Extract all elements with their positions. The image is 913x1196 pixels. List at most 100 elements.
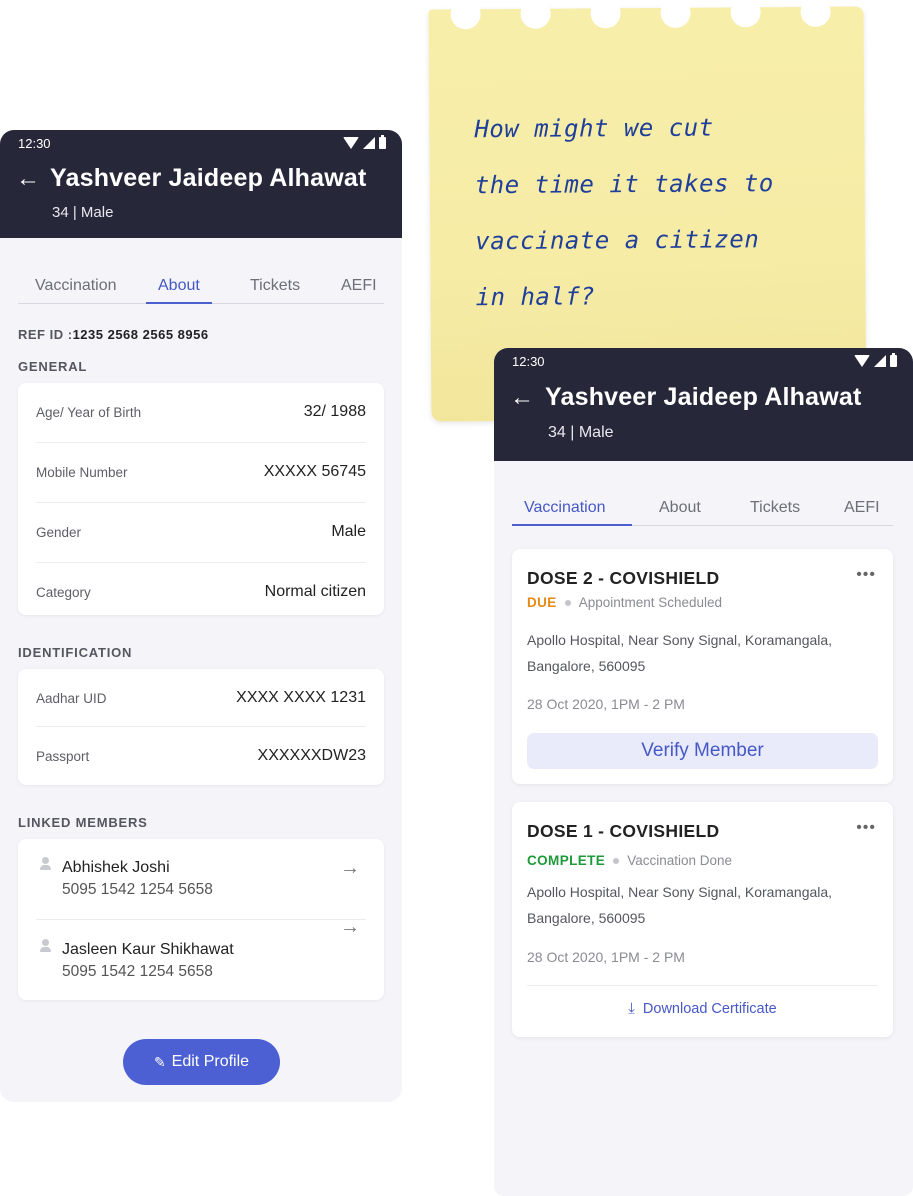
status-note: Appointment Scheduled	[578, 595, 723, 610]
verify-member-button[interactable]: Verify Member	[527, 733, 878, 769]
profile-name: Yashveer Jaideep Alhawat	[545, 383, 862, 411]
app-bar: 12:30 ← Yashveer Jaideep Alhawat 34 | Ma…	[0, 130, 402, 238]
app-bar: 12:30 ← Yashveer Jaideep Alhawat 34 | Ma…	[494, 348, 913, 461]
note-hole	[520, 0, 551, 29]
address-line: Bangalore, 560095	[527, 658, 646, 674]
more-options-icon[interactable]: •••	[856, 819, 876, 837]
ref-id-label: REF ID :	[18, 327, 73, 342]
more-options-icon[interactable]: •••	[856, 566, 876, 584]
note-text: How might we cut the time it takes to va…	[474, 99, 836, 326]
info-row-passport: Passport XXXXXXDW23	[36, 727, 366, 785]
back-arrow-icon[interactable]: ←	[16, 167, 40, 191]
info-row-category: Category Normal citizen	[36, 563, 366, 623]
profile-subinfo: 34 | Male	[548, 424, 614, 441]
info-value: XXXXXXDW23	[257, 747, 366, 764]
signal-icon	[363, 137, 375, 149]
tab-aefi[interactable]: AEFI	[844, 499, 880, 517]
status-badge: COMPLETE	[527, 853, 606, 868]
dose-status-line: DUE Appointment Scheduled	[527, 595, 722, 610]
info-row-gender: Gender Male	[36, 503, 366, 563]
wifi-icon	[343, 137, 359, 149]
profile-name: Yashveer Jaideep Alhawat	[50, 164, 367, 192]
info-row-mobile: Mobile Number XXXXX 56745	[36, 443, 366, 503]
info-value: XXXXX 56745	[263, 463, 366, 480]
edit-profile-button[interactable]: ✎ Edit Profile	[123, 1039, 280, 1085]
note-binding-holes	[450, 0, 831, 30]
dose-time: 28 Oct 2020, 1PM - 2 PM	[527, 696, 685, 712]
tab-about[interactable]: About	[158, 277, 200, 295]
tab-bar: Vaccination About Tickets AEFI	[18, 268, 384, 304]
back-arrow-icon[interactable]: ←	[510, 386, 534, 410]
arrow-right-icon[interactable]: →	[340, 857, 360, 880]
signal-icon	[874, 355, 886, 367]
phone-vaccination-screen: 12:30 ← Yashveer Jaideep Alhawat 34 | Ma…	[494, 348, 913, 1196]
tab-aefi[interactable]: AEFI	[341, 277, 377, 295]
info-key: Aadhar UID	[36, 691, 107, 706]
status-icons	[854, 353, 897, 367]
note-line: the time it takes to	[474, 169, 774, 200]
dose-title: DOSE 2 - COVISHIELD	[527, 568, 720, 588]
dose-title: DOSE 1 - COVISHIELD	[527, 821, 720, 841]
status-icons	[343, 135, 386, 149]
ref-id-value: 1235 2568 2565 8956	[72, 327, 209, 342]
tab-about[interactable]: About	[659, 499, 701, 517]
wifi-icon	[854, 355, 870, 367]
section-identification-label: IDENTIFICATION	[18, 645, 133, 660]
divider	[527, 985, 878, 986]
dose-status-line: COMPLETE Vaccination Done	[527, 853, 732, 868]
member-name: Abhishek Joshi	[62, 859, 170, 876]
battery-icon	[379, 135, 386, 149]
dose-card: DOSE 2 - COVISHIELD ••• DUE Appointment S…	[512, 549, 893, 784]
linked-member-item[interactable]: Jasleen Kaur Shikhawat 5095 1542 1254 56…	[36, 916, 366, 1000]
active-tab-indicator	[146, 302, 212, 304]
person-icon	[40, 857, 51, 871]
info-value: 32/ 1988	[303, 403, 366, 420]
pencil-icon: ✎	[153, 1053, 166, 1070]
battery-icon	[890, 353, 897, 367]
linked-members-card: Abhishek Joshi 5095 1542 1254 5658 → Jas…	[18, 839, 384, 1000]
tab-vaccination[interactable]: Vaccination	[35, 277, 117, 295]
phone-about-screen: 12:30 ← Yashveer Jaideep Alhawat 34 | Ma…	[0, 130, 402, 1102]
identification-card: Aadhar UID XXXX XXXX 1231 Passport XXXXX…	[18, 669, 384, 785]
edit-profile-label: Edit Profile	[171, 1053, 250, 1070]
note-hole	[800, 0, 831, 27]
address-line: Apollo Hospital, Near Sony Signal, Koram…	[527, 632, 833, 648]
ref-id: REF ID :1235 2568 2565 8956	[18, 327, 209, 342]
address-line: Bangalore, 560095	[527, 910, 646, 926]
note-hole	[660, 0, 691, 28]
status-bar: 12:30	[18, 135, 386, 152]
note-line: in half?	[475, 282, 596, 312]
note-hole	[730, 0, 761, 28]
download-certificate-link[interactable]: ⤓ Download Certificate	[512, 1000, 893, 1017]
info-value: Male	[331, 523, 366, 540]
status-time: 12:30	[512, 354, 545, 369]
status-time: 12:30	[18, 136, 51, 151]
status-note: Vaccination Done	[627, 853, 733, 868]
member-id: 5095 1542 1254 5658	[62, 881, 213, 898]
info-key: Category	[36, 585, 91, 600]
person-icon	[40, 939, 51, 953]
dose-time: 28 Oct 2020, 1PM - 2 PM	[527, 949, 685, 965]
dose-address: Apollo Hospital, Near Sony Signal, Koram…	[527, 627, 867, 679]
info-value: Normal citizen	[264, 583, 366, 600]
dose-card: DOSE 1 - COVISHIELD ••• COMPLETE Vaccinat…	[512, 802, 893, 1037]
status-badge: DUE	[527, 595, 557, 610]
active-tab-indicator	[512, 524, 632, 526]
info-key: Age/ Year of Birth	[36, 405, 142, 420]
note-hole	[450, 0, 481, 30]
address-line: Apollo Hospital, Near Sony Signal, Koram…	[527, 884, 833, 900]
info-key: Passport	[36, 749, 90, 764]
info-key: Mobile Number	[36, 465, 128, 480]
tab-vaccination[interactable]: Vaccination	[524, 499, 606, 517]
tab-tickets[interactable]: Tickets	[250, 277, 300, 295]
member-name: Jasleen Kaur Shikhawat	[62, 941, 234, 958]
section-linked-members-label: LINKED MEMBERS	[18, 815, 148, 830]
dose-address: Apollo Hospital, Near Sony Signal, Koram…	[527, 879, 867, 931]
arrow-right-icon[interactable]: →	[340, 916, 360, 939]
info-value: XXXX XXXX 1231	[236, 689, 366, 706]
download-icon: ⤓	[628, 1000, 635, 1017]
tab-tickets[interactable]: Tickets	[750, 499, 800, 517]
info-row-age: Age/ Year of Birth 32/ 1988	[36, 383, 366, 443]
note-line: vaccinate a citizen	[475, 225, 760, 256]
linked-member-item[interactable]: Abhishek Joshi 5095 1542 1254 5658 →	[36, 839, 366, 920]
